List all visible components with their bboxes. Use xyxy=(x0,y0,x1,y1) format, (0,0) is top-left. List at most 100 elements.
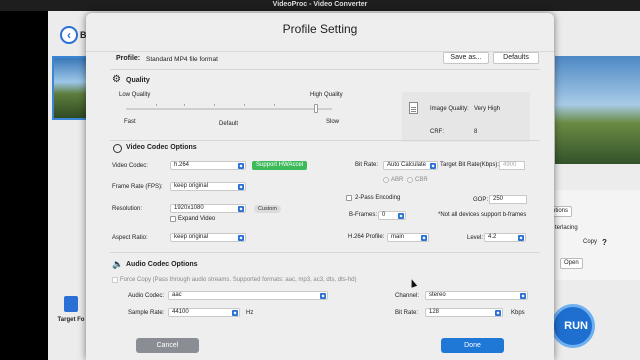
aspect-ratio-label: Aspect Ratio: xyxy=(112,235,148,241)
crf-label: CRF: xyxy=(430,129,444,135)
chevron-down-icon: ◆ xyxy=(238,184,244,190)
target-bitrate-label: Target Bit Rate(Kbps): xyxy=(440,162,500,168)
profile-value: Standard MP4 file format xyxy=(146,56,218,63)
chevron-down-icon: ◆ xyxy=(232,310,238,316)
cancel-button[interactable]: Cancel xyxy=(136,338,199,353)
slider-tick xyxy=(184,104,185,106)
support-hwaccel-badge[interactable]: Support HWAccel xyxy=(252,161,308,170)
chevron-down-icon: ◆ xyxy=(238,235,244,241)
open-button[interactable]: Open xyxy=(560,258,583,269)
image-quality-value: Very High xyxy=(474,106,501,112)
quality-icon: ⚙ xyxy=(112,74,121,85)
audio-section-title: Audio Codec Options xyxy=(126,261,198,268)
h264-profile-label: H.264 Profile: xyxy=(348,234,385,240)
divider xyxy=(110,140,540,141)
slider-tick xyxy=(214,104,215,106)
slider-tick xyxy=(244,104,245,106)
sample-rate-label: Sample Rate: xyxy=(128,310,165,316)
channel-value: stereo xyxy=(429,292,446,298)
two-pass-checkbox[interactable] xyxy=(346,195,352,201)
back-icon[interactable]: ‹ xyxy=(60,26,78,44)
audio-bitrate-unit: Kbps xyxy=(511,310,525,316)
force-copy-label: Force Copy (Pass through audio streams. … xyxy=(120,277,357,283)
bitrate-select[interactable]: Auto Calculate ◆ xyxy=(383,161,438,170)
resolution-value: 1920x1080 xyxy=(174,205,204,211)
chevron-down-icon: ◆ xyxy=(518,235,524,241)
video-thumbnail[interactable] xyxy=(52,56,88,120)
chevron-down-icon: ◆ xyxy=(320,293,326,299)
bitrate-label: Bit Rate: xyxy=(355,162,379,168)
aspect-ratio-value: keep original xyxy=(174,234,209,240)
crf-value: 8 xyxy=(474,129,478,135)
channel-label: Channel: xyxy=(395,293,420,299)
level-select[interactable]: 4.2 ◆ xyxy=(484,233,526,242)
sample-rate-value: 44100 xyxy=(172,309,189,315)
abr-radio[interactable] xyxy=(383,177,389,183)
high-quality-label: High Quality xyxy=(310,92,343,98)
expand-video-checkbox[interactable] xyxy=(170,216,176,222)
channel-select[interactable]: stereo ◆ xyxy=(425,291,528,300)
done-button[interactable]: Done xyxy=(441,338,504,353)
deinterlacing-label: terlacing xyxy=(555,225,578,231)
defaults-button[interactable]: Defaults xyxy=(493,52,539,64)
target-format-button[interactable]: Target Fo xyxy=(56,296,86,323)
bframes-select[interactable]: 0 ◆ xyxy=(378,211,406,220)
image-quality-label: Image Quality: xyxy=(430,106,469,112)
h264-profile-select[interactable]: main ◆ xyxy=(387,233,429,242)
custom-button[interactable]: Custom xyxy=(254,205,281,213)
help-icon[interactable]: ? xyxy=(602,238,607,247)
sample-rate-select[interactable]: 44100 ◆ xyxy=(168,308,240,317)
chevron-down-icon: ◆ xyxy=(520,293,526,299)
divider xyxy=(110,252,540,253)
h264-profile-value: main xyxy=(391,234,405,240)
video-codec-label: Video Codec: xyxy=(112,163,148,169)
sample-rate-unit: Hz xyxy=(246,310,254,316)
copy-label: Copy xyxy=(583,239,598,245)
profile-setting-dialog: Profile Setting Profile: Standard MP4 fi… xyxy=(86,13,554,360)
quality-slider-track[interactable] xyxy=(126,108,332,110)
target-bitrate-input[interactable]: 4900 xyxy=(499,161,525,170)
fps-select[interactable]: keep original ◆ xyxy=(170,182,246,191)
video-section-title: Video Codec Options xyxy=(126,144,197,151)
quality-info-box: Image Quality: Very High CRF: 8 xyxy=(402,92,530,142)
divider xyxy=(110,69,540,70)
audio-bitrate-value: 128 xyxy=(429,309,440,315)
fps-value: keep original xyxy=(174,183,209,189)
preview-thumbnail xyxy=(555,56,640,164)
dialog-title: Profile Setting xyxy=(282,22,358,36)
chevron-down-icon: ◆ xyxy=(398,213,404,219)
audio-codec-value: aac xyxy=(172,292,182,298)
fps-label: Frame Rate (FPS): xyxy=(112,184,163,190)
cbr-radio[interactable] xyxy=(407,177,413,183)
default-label: Default xyxy=(219,121,239,127)
chevron-down-icon: ◆ xyxy=(430,163,436,169)
slider-tick xyxy=(156,104,157,106)
expand-video-label: Expand Video xyxy=(178,216,216,222)
gop-input[interactable]: 250 xyxy=(489,195,527,204)
chevron-down-icon: ◆ xyxy=(495,310,501,316)
video-codec-select[interactable]: h.264 ◆ xyxy=(170,161,246,170)
low-quality-label: Low Quality xyxy=(119,92,151,98)
target-format-icon xyxy=(64,296,78,312)
level-value: 4.2 xyxy=(488,234,497,240)
audio-bitrate-select[interactable]: 128 ◆ xyxy=(425,308,503,317)
fast-label: Fast xyxy=(124,119,136,125)
audio-codec-label: Audio Codec: xyxy=(128,293,165,299)
quality-slider-knob[interactable] xyxy=(313,104,318,113)
quality-section-title: Quality xyxy=(126,77,150,84)
resolution-select[interactable]: 1920x1080 ◆ xyxy=(170,204,246,213)
resolution-label: Resolution: xyxy=(112,206,143,212)
audio-codec-select[interactable]: aac ◆ xyxy=(168,291,328,300)
bitrate-value: Auto Calculate xyxy=(387,162,427,168)
run-button[interactable]: RUN xyxy=(551,304,595,348)
target-format-label: Target Fo xyxy=(57,317,85,323)
video-codec-icon xyxy=(113,144,122,153)
save-as-button[interactable]: Save as... xyxy=(443,52,489,64)
force-copy-checkbox[interactable] xyxy=(112,277,118,283)
slider-tick xyxy=(274,104,275,106)
bframes-value: 0 xyxy=(382,212,386,218)
abr-label: ABR xyxy=(391,177,404,183)
level-label: Level: xyxy=(467,235,484,241)
gop-label: GOP: xyxy=(473,197,489,203)
aspect-ratio-select[interactable]: keep original ◆ xyxy=(170,233,246,242)
